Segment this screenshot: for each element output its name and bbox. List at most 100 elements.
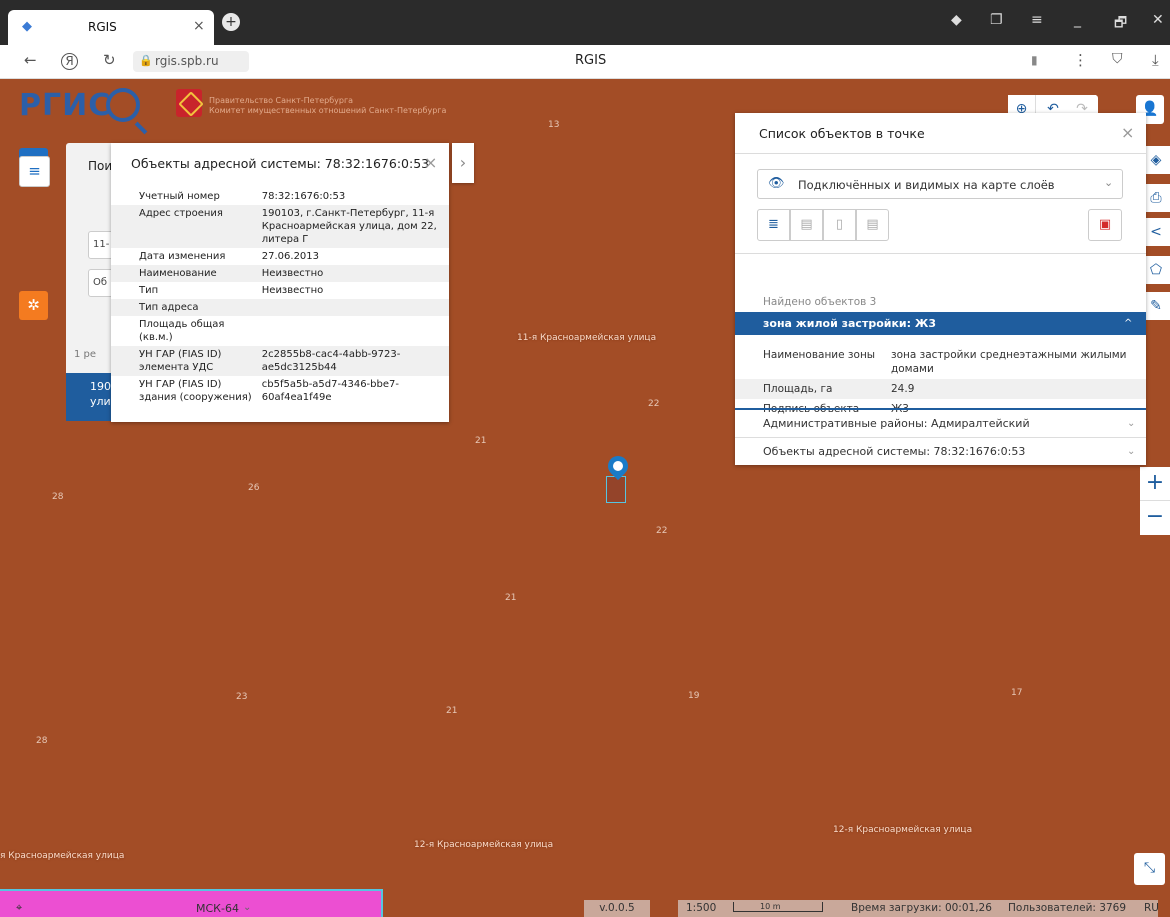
tab-title: RGIS bbox=[88, 20, 117, 34]
card-view-icon[interactable]: ▯ bbox=[823, 209, 856, 241]
chevron-down-icon[interactable]: ⌄ bbox=[243, 902, 251, 913]
attr-value: Неизвестно bbox=[261, 268, 324, 279]
new-tab-button[interactable]: + bbox=[222, 13, 240, 31]
table-view-icon[interactable]: ▤ bbox=[790, 209, 823, 241]
lock-icon: 🔒 bbox=[139, 54, 153, 67]
glasses-icon[interactable]: ◆ bbox=[951, 12, 962, 28]
attr-label: Учетный номер bbox=[139, 191, 220, 202]
rgis-logo[interactable]: РГИС bbox=[19, 88, 111, 123]
bookmark-icon[interactable]: ▮ bbox=[1031, 53, 1038, 67]
attr-value: 190103, г.Санкт-Петербург, 11-я Красноар… bbox=[261, 208, 437, 245]
crs-select[interactable]: МСК-64 bbox=[196, 902, 239, 915]
language-switch[interactable]: RU bbox=[1144, 902, 1159, 914]
browser-tab-bar: ◆ RGIS × + ◆ ❐ ≡ _ 🗗 ✕ bbox=[0, 0, 1170, 45]
selected-parcel[interactable] bbox=[606, 476, 626, 503]
street-label: 12-я Красноармейская улица bbox=[833, 825, 973, 835]
reload-icon[interactable]: ↻ bbox=[103, 51, 116, 69]
browser-menu-icon[interactable]: ⋮ bbox=[1073, 51, 1088, 69]
map-number-label: 26 bbox=[248, 483, 260, 493]
zone-attr-label: Площадь, га bbox=[763, 383, 833, 395]
back-icon[interactable]: ← bbox=[24, 51, 37, 69]
fullscreen-icon[interactable]: ⤡ bbox=[1134, 853, 1165, 885]
popup-expand-button[interactable]: › bbox=[452, 143, 474, 183]
eye-icon: 👁 bbox=[768, 176, 785, 191]
location-pin-icon: ⌖ bbox=[16, 901, 23, 914]
zone-attr-value: 24.9 bbox=[891, 383, 915, 395]
government-caption: Правительство Санкт-Петербурга Комитет и… bbox=[209, 96, 446, 116]
spb-emblem-icon bbox=[176, 89, 202, 117]
load-time: Время загрузки: 00:01,26 bbox=[851, 902, 992, 914]
select-icon[interactable]: ⬠ bbox=[1142, 256, 1170, 284]
attr-label: УН ГАР (FIAS ID) здания (сооружения) bbox=[139, 379, 252, 403]
map-number-label: 28 bbox=[52, 492, 64, 502]
logo-magnifier-icon bbox=[106, 88, 140, 122]
browser-tab[interactable]: ◆ RGIS × bbox=[8, 10, 214, 45]
list-view-icon[interactable]: ≣ bbox=[757, 209, 790, 241]
url-field[interactable]: 🔒 rgis.spb.ru bbox=[133, 51, 249, 72]
chevron-down-icon: ⌄ bbox=[1127, 446, 1136, 457]
map-number-label: 22 bbox=[648, 399, 660, 409]
attr-label: Тип bbox=[139, 285, 159, 296]
gov-line-1: Правительство Санкт-Петербурга bbox=[209, 96, 354, 105]
layer-scope-value: Подключённых и видимых на карте слоёв bbox=[798, 178, 1055, 192]
layers-icon[interactable]: ◈ bbox=[1142, 146, 1170, 174]
attr-label: Площадь общая (кв.м.) bbox=[139, 319, 225, 343]
popup-attributes-table: Учетный номер 78:32:1676:0:53 Адрес строе… bbox=[111, 188, 449, 406]
download-icon[interactable]: ⤓ bbox=[1152, 51, 1159, 69]
attr-label: Тип адреса bbox=[139, 302, 199, 313]
map-number-label: 23 bbox=[236, 692, 248, 702]
search-results-count: 1 ре bbox=[74, 349, 97, 360]
scale-bar: 10 m bbox=[733, 902, 823, 912]
menu-button[interactable]: ≡ bbox=[19, 156, 50, 187]
map-number-label: 19 bbox=[688, 691, 700, 701]
tab-favicon-icon: ◆ bbox=[22, 19, 32, 34]
address-object-popup: Объекты адресной системы: 78:32:1676:0:5… bbox=[111, 143, 449, 422]
print-icon[interactable]: ⎙ bbox=[1142, 184, 1170, 212]
attr-value: Неизвестно bbox=[261, 285, 324, 296]
map-number-label: 13 bbox=[548, 120, 560, 130]
objects-panel-close-icon[interactable]: × bbox=[1121, 123, 1134, 142]
chevron-down-icon: ⌄ bbox=[1127, 418, 1136, 429]
window-close-icon[interactable]: ✕ bbox=[1152, 12, 1164, 28]
url-text: rgis.spb.ru bbox=[155, 54, 219, 68]
map-number-label: 21 bbox=[446, 706, 458, 716]
search-panel-title: Пои bbox=[88, 159, 113, 173]
zone-accordion-header[interactable]: зона жилой застройки: Ж3 ^ bbox=[735, 312, 1146, 335]
scale-label: 1:500 bbox=[686, 902, 717, 914]
status-bar: ⌖ МСК-64 ⌄ v.0.0.5 1:500 10 m Время загр… bbox=[0, 900, 1170, 917]
document-view-icon[interactable]: ▤ bbox=[856, 209, 889, 241]
chevron-up-icon: ^ bbox=[1124, 318, 1133, 329]
attr-value: 2c2855b8-cac4-4abb-9723-ae5dc3125b44 bbox=[261, 349, 401, 373]
popup-title: Объекты адресной системы: 78:32:1676:0:5… bbox=[131, 156, 430, 171]
zone-attr-value: зона застройки среднеэтажными жилыми дом… bbox=[891, 349, 1127, 375]
tabs-icon[interactable]: ❐ bbox=[990, 12, 1003, 28]
restore-icon[interactable]: 🗗 bbox=[1114, 12, 1127, 36]
measure-icon[interactable]: ✎ bbox=[1142, 292, 1170, 320]
objects-panel-title: Список объектов в точке bbox=[759, 126, 925, 141]
menu-icon[interactable]: ≡ bbox=[1031, 12, 1043, 28]
attr-label: Адрес строения bbox=[139, 208, 223, 219]
report-icon[interactable]: ▣ bbox=[1088, 209, 1122, 241]
map-number-label: 21 bbox=[475, 436, 487, 446]
yandex-icon[interactable]: Я bbox=[61, 53, 78, 70]
extension-icon[interactable]: ⛉ bbox=[1112, 51, 1123, 67]
tab-close-icon[interactable]: × bbox=[193, 18, 205, 34]
attr-value: 27.06.2013 bbox=[261, 251, 320, 262]
map-number-label: 22 bbox=[656, 526, 668, 536]
accordion-admin-districts[interactable]: Административные районы: Адмиралтейский … bbox=[735, 410, 1146, 438]
map-number-label: 28 bbox=[36, 736, 48, 746]
divider bbox=[735, 253, 1146, 254]
accordion-address-objects[interactable]: Объекты адресной системы: 78:32:1676:0:5… bbox=[735, 438, 1146, 465]
layer-scope-select[interactable]: 👁 Подключённых и видимых на карте слоёв … bbox=[757, 169, 1123, 199]
emblem-button[interactable]: ✲ bbox=[19, 291, 48, 320]
minimize-icon[interactable]: _ bbox=[1074, 12, 1081, 28]
share-icon[interactable]: < bbox=[1142, 218, 1170, 246]
zoom-out-button[interactable]: − bbox=[1140, 501, 1170, 535]
attr-value: cb5f5a5b-a5d7-4346-bbe7-60af4ea1f49e bbox=[261, 379, 399, 403]
popup-close-icon[interactable]: × bbox=[424, 153, 437, 172]
address-bar: ← Я ↻ 🔒 rgis.spb.ru RGIS ▮ ⋮ ⛉ ⤓ bbox=[0, 45, 1170, 79]
page-title: RGIS bbox=[575, 53, 607, 68]
zoom-in-button[interactable]: + bbox=[1140, 467, 1170, 501]
gov-line-2: Комитет имущественных отношений Санкт-Пе… bbox=[209, 106, 447, 115]
version-label: v.0.0.5 bbox=[584, 900, 650, 917]
